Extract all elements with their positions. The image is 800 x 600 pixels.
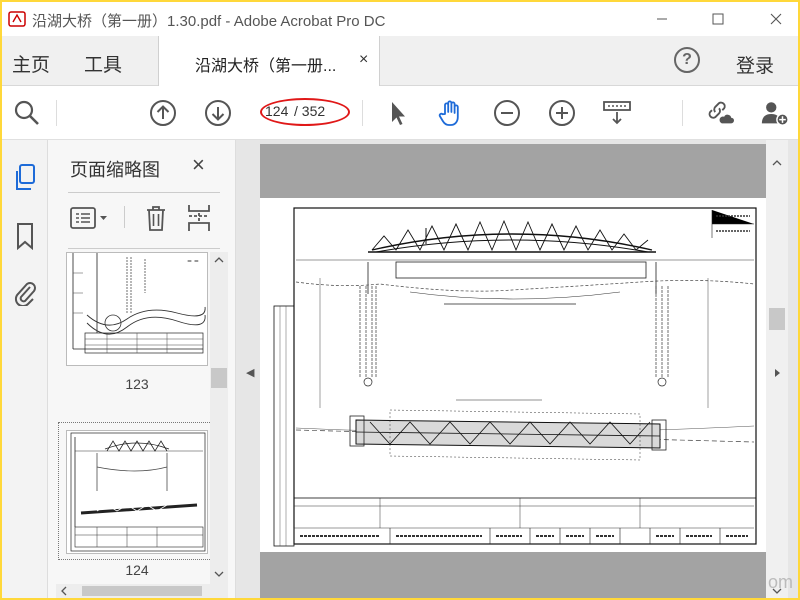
pdf-page xyxy=(260,198,766,552)
title-bar: 沿湖大桥（第一册）1.30.pdf - Adobe Acrobat Pro DC xyxy=(2,2,798,36)
add-user-button[interactable] xyxy=(760,98,790,128)
minimize-icon xyxy=(657,18,667,20)
share-link-button[interactable] xyxy=(704,98,734,128)
thumbnail-drawing-image xyxy=(70,432,206,552)
document-tab[interactable]: 沿湖大桥（第一册... × xyxy=(158,36,380,86)
next-page-icon xyxy=(205,100,231,126)
bookmark-icon xyxy=(17,223,33,250)
thumbnail-vertical-scrollbar[interactable] xyxy=(210,252,228,584)
extract-page-button[interactable] xyxy=(186,204,212,232)
document-tab-label: 沿湖大桥（第一册... xyxy=(195,58,337,75)
zoom-in-icon xyxy=(549,100,575,126)
next-page-button[interactable] xyxy=(203,98,233,128)
thumbnail-list: = = 123 124 xyxy=(56,252,214,582)
panel-divider xyxy=(68,192,220,193)
thumbnail-page-label: 123 xyxy=(125,376,149,392)
document-vertical-scrollbar[interactable] xyxy=(766,140,788,598)
page-thumbnails-button[interactable] xyxy=(10,162,40,194)
panel-toolbar-separator xyxy=(124,206,125,228)
close-icon xyxy=(770,13,782,25)
previous-page-button[interactable] xyxy=(148,98,178,128)
extract-pages-icon xyxy=(188,205,210,231)
main-toolbar: 124 / 352 xyxy=(2,86,798,140)
paperclip-icon xyxy=(14,282,36,306)
page-thumbnail[interactable]: = = xyxy=(66,252,208,366)
toolbar-separator xyxy=(682,100,683,126)
scrollbar-thumb[interactable] xyxy=(82,586,202,596)
scroll-down-icon xyxy=(214,571,224,577)
panel-title: 页面缩略图 xyxy=(70,160,160,180)
share-link-icon xyxy=(708,101,734,124)
toolbar-separator xyxy=(362,100,363,126)
zoom-out-icon xyxy=(494,100,520,126)
select-tool-button[interactable] xyxy=(382,98,412,128)
attachments-button[interactable] xyxy=(10,276,40,308)
collapse-panel-icon[interactable]: ◀ xyxy=(246,366,254,379)
zoom-search-button[interactable] xyxy=(12,98,42,128)
zoom-in-button[interactable] xyxy=(547,98,577,128)
previous-page-icon xyxy=(150,100,176,126)
document-tab-close-button[interactable]: × xyxy=(359,51,368,69)
panel-toolbar xyxy=(68,200,228,236)
tab-home[interactable]: 主页 xyxy=(12,50,50,77)
help-button[interactable]: ? xyxy=(674,47,700,73)
page-display-button[interactable] xyxy=(602,98,632,128)
maximize-button[interactable] xyxy=(704,8,732,30)
trash-icon xyxy=(147,206,165,231)
bridge-drawing-image xyxy=(273,207,757,547)
delete-page-button[interactable] xyxy=(144,204,168,232)
hand-tool-button[interactable] xyxy=(436,98,466,128)
watermark-text: om xyxy=(768,572,794,592)
close-window-button[interactable] xyxy=(762,8,790,30)
page-number-field[interactable]: 124 / 352 xyxy=(260,98,350,126)
acrobat-app-icon xyxy=(8,11,26,27)
tab-tools[interactable]: 工具 xyxy=(84,50,122,77)
bookmarks-button[interactable] xyxy=(10,220,40,252)
zoom-out-button[interactable] xyxy=(492,98,522,128)
document-view[interactable]: ◀ xyxy=(236,140,798,598)
panel-close-button[interactable]: × xyxy=(192,152,205,178)
scroll-left-icon xyxy=(61,586,67,596)
thumbnail-drawing-image: = = xyxy=(71,253,206,365)
scroll-up-icon xyxy=(772,160,782,166)
thumbnail-options-button[interactable] xyxy=(70,204,110,232)
window-title: 沿湖大桥（第一册）1.30.pdf - Adobe Acrobat Pro DC xyxy=(32,13,386,30)
toolbar-separator xyxy=(56,100,57,126)
scrollbar-thumb[interactable] xyxy=(211,368,227,388)
svg-text:= =: = = xyxy=(187,258,199,265)
options-menu-icon xyxy=(70,207,107,229)
page-display-icon xyxy=(603,101,631,125)
scrollbar-thumb[interactable] xyxy=(769,308,785,330)
thumbnail-horizontal-scrollbar[interactable] xyxy=(56,584,228,598)
thumbnail-page-label: 124 xyxy=(125,562,149,578)
highlight-ellipse xyxy=(260,98,350,126)
zoom-search-icon xyxy=(14,100,39,125)
page-thumbnails-panel: 页面缩略图 × = = 123 124 xyxy=(48,140,236,598)
left-navigation-rail xyxy=(2,140,48,598)
scroll-up-icon xyxy=(214,257,224,263)
page-thumbnail-selected[interactable] xyxy=(66,430,208,554)
acrobat-window: 沿湖大桥（第一册）1.30.pdf - Adobe Acrobat Pro DC… xyxy=(2,2,798,598)
minimize-button[interactable] xyxy=(648,8,676,30)
add-user-icon xyxy=(761,102,789,126)
hand-tool-icon xyxy=(438,100,459,126)
select-cursor-icon xyxy=(392,102,405,125)
expand-right-panel-icon[interactable] xyxy=(766,366,788,380)
panel-divider xyxy=(68,248,220,249)
page-thumbnails-icon xyxy=(16,164,35,190)
maximize-icon xyxy=(712,13,724,25)
login-button[interactable]: 登录 xyxy=(736,51,774,78)
tab-bar: 主页 工具 沿湖大桥（第一册... × ? 登录 xyxy=(2,36,798,86)
